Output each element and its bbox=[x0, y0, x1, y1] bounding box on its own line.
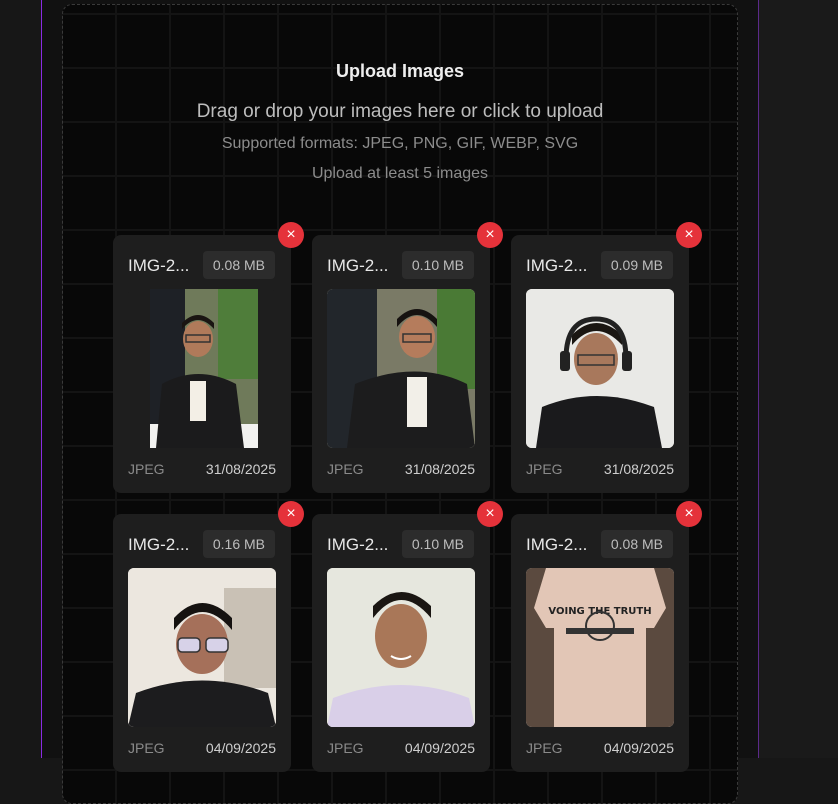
remove-image-button[interactable]: × bbox=[477, 222, 503, 248]
image-filename: IMG-2... bbox=[526, 535, 588, 554]
supported-formats: Supported formats: JPEG, PNG, GIF, WEBP,… bbox=[221, 135, 579, 152]
image-thumbnail[interactable]: VOING THE TRUTH bbox=[526, 568, 674, 727]
remove-image-button[interactable]: × bbox=[676, 222, 702, 248]
image-type: JPEG bbox=[128, 461, 165, 477]
file-size-badge: 0.10 MB bbox=[401, 251, 474, 279]
image-date: 31/08/2025 bbox=[603, 461, 674, 477]
file-size-badge: 0.08 MB bbox=[600, 530, 673, 558]
image-date: 31/08/2025 bbox=[205, 461, 276, 477]
image-card: × IMG-2... 0.08 MB JPEG 31/08/2025 bbox=[113, 222, 304, 493]
remove-image-button[interactable]: × bbox=[676, 501, 702, 527]
file-size-badge: 0.16 MB bbox=[202, 530, 275, 558]
image-filename: IMG-2... bbox=[128, 535, 190, 554]
image-card: × IMG-2... 0.10 MB JPEG 04/09/2025 bbox=[312, 501, 503, 772]
image-thumbnail[interactable] bbox=[526, 289, 674, 448]
image-type: JPEG bbox=[526, 740, 563, 756]
upload-instructions[interactable]: Drag or drop your images here or click t… bbox=[63, 101, 737, 123]
image-thumbnail[interactable] bbox=[327, 568, 475, 727]
upload-title: Upload Images bbox=[335, 61, 465, 81]
image-date: 31/08/2025 bbox=[404, 461, 475, 477]
image-filename: IMG-2... bbox=[327, 256, 389, 275]
minimum-images-note: Upload at least 5 images bbox=[311, 165, 489, 182]
image-thumbnail[interactable] bbox=[128, 289, 276, 448]
remove-image-button[interactable]: × bbox=[278, 501, 304, 527]
page-background bbox=[759, 0, 838, 758]
file-size-badge: 0.09 MB bbox=[600, 251, 673, 279]
image-card: × IMG-2... 0.09 MB JPEG 31/08/2025 bbox=[511, 222, 702, 493]
image-filename: IMG-2... bbox=[327, 535, 389, 554]
image-type: JPEG bbox=[327, 740, 364, 756]
remove-image-button[interactable]: × bbox=[278, 222, 304, 248]
image-filename: IMG-2... bbox=[526, 256, 588, 275]
image-filename: IMG-2... bbox=[128, 256, 190, 275]
image-thumbnail[interactable] bbox=[128, 568, 276, 727]
image-type: JPEG bbox=[327, 461, 364, 477]
remove-image-button[interactable]: × bbox=[477, 501, 503, 527]
image-type: JPEG bbox=[128, 740, 165, 756]
image-type: JPEG bbox=[526, 461, 563, 477]
image-date: 04/09/2025 bbox=[603, 740, 674, 756]
image-date: 04/09/2025 bbox=[205, 740, 276, 756]
image-card: × IMG-2... 0.10 MB JPEG 31/08/2025 bbox=[312, 222, 503, 493]
upload-dropzone[interactable]: Upload Images Drag or drop your images h… bbox=[62, 4, 738, 804]
file-size-badge: 0.10 MB bbox=[401, 530, 474, 558]
image-thumbnail[interactable] bbox=[327, 289, 475, 448]
image-card: × IMG-2... 0.08 MB VOING THE TRUTH JPEG … bbox=[511, 501, 702, 772]
file-size-badge: 0.08 MB bbox=[202, 251, 275, 279]
image-date: 04/09/2025 bbox=[404, 740, 475, 756]
image-card: × IMG-2... 0.16 MB JPEG 04/09/2025 bbox=[113, 501, 304, 772]
